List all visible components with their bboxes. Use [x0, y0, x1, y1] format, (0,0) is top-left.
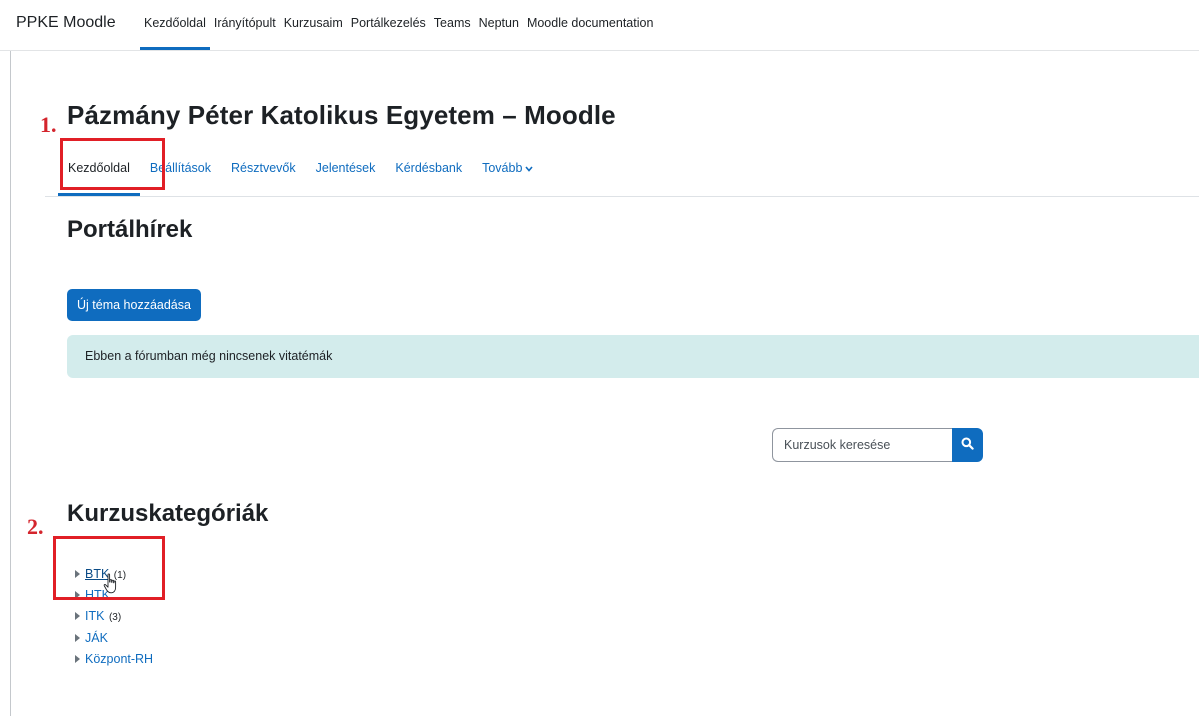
annotation-step-1: 1.: [40, 112, 57, 137]
category-link-kozpont-rh[interactable]: Központ-RH: [85, 652, 153, 666]
page-title: Pázmány Péter Katolikus Egyetem – Moodle: [67, 100, 616, 130]
triangle-right-icon[interactable]: [75, 633, 80, 642]
nav-item-neptun[interactable]: Neptun: [475, 0, 523, 48]
annotation-step-2: 2.: [27, 514, 44, 539]
secondary-nav-divider: [45, 196, 1199, 197]
category-link-jak[interactable]: JÁK: [85, 631, 108, 645]
category-link-itk[interactable]: ITK: [85, 609, 104, 623]
tab-jelentesek[interactable]: Jelentések: [306, 150, 386, 194]
nav-item-moodle-documentation[interactable]: Moodle documentation: [523, 0, 657, 48]
course-search-button[interactable]: [952, 428, 983, 462]
add-topic-button[interactable]: Új téma hozzáadása: [67, 289, 201, 321]
empty-forum-notice: Ebben a fórumban még nincsenek vitatémák: [67, 335, 1199, 378]
tab-kerdesbank[interactable]: Kérdésbank: [385, 150, 472, 194]
site-brand[interactable]: PPKE Moodle: [16, 14, 116, 32]
highlight-box-step-2: [53, 536, 165, 600]
top-navbar: PPKE Moodle Kezdőoldal Irányítópult Kurz…: [0, 0, 1199, 51]
tab-tovabb-label: Tovább: [482, 161, 523, 175]
chevron-down-icon: [525, 164, 534, 174]
page-left-border: [10, 44, 11, 716]
course-search-input[interactable]: [772, 428, 952, 462]
list-item: ITK (3): [75, 607, 154, 625]
nav-item-kezdooldal[interactable]: Kezdőoldal: [140, 0, 210, 50]
category-count: (3): [108, 612, 122, 624]
list-item: JÁK: [75, 629, 154, 647]
tab-tovabb[interactable]: Tovább: [472, 150, 543, 194]
tab-resztvevok[interactable]: Résztvevők: [221, 150, 306, 194]
list-item: Központ-RH: [75, 650, 154, 668]
course-search: [772, 428, 983, 462]
triangle-right-icon[interactable]: [75, 612, 80, 621]
nav-item-kurzusaim[interactable]: Kurzusaim: [280, 0, 347, 48]
nav-item-iranyitopult[interactable]: Irányítópult: [210, 0, 280, 48]
search-icon: [961, 437, 974, 453]
highlight-box-step-1: [60, 138, 165, 190]
nav-item-teams[interactable]: Teams: [430, 0, 475, 48]
nav-item-portalkezeles[interactable]: Portálkezelés: [347, 0, 430, 48]
categories-section-title: Kurzuskategóriák: [67, 500, 269, 527]
triangle-right-icon[interactable]: [75, 654, 80, 663]
news-section-title: Portálhírek: [67, 216, 193, 243]
primary-navigation: Kezdőoldal Irányítópult Kurzusaim Portál…: [140, 0, 657, 50]
